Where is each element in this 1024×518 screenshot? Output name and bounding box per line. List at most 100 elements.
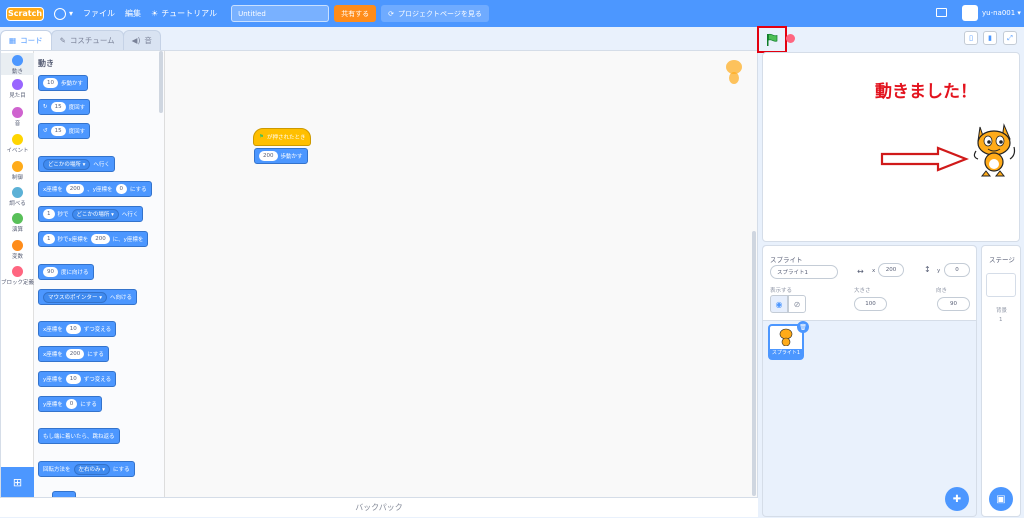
category-variables[interactable]: 変数: [1, 240, 34, 260]
stop-button[interactable]: [786, 34, 795, 43]
category-sensing[interactable]: 調べる: [1, 187, 34, 207]
change-y-block[interactable]: y座標を 10 ずつ変える: [38, 371, 117, 387]
glide-to-block[interactable]: 1 秒で どこかの場所 ▾ へ行く: [38, 206, 144, 222]
scratch-logo[interactable]: Scratch: [6, 6, 44, 21]
control-dot-icon: [12, 161, 23, 172]
x-input[interactable]: 200: [91, 234, 110, 244]
change-x-block[interactable]: x座標を 10 ずつ変える: [38, 321, 117, 337]
hide-sprite-button[interactable]: ⊘: [788, 295, 806, 313]
show-sprite-button[interactable]: ◉: [770, 295, 788, 313]
tab-sounds[interactable]: ◀) 音: [122, 30, 161, 50]
stage-selector[interactable]: ステージ 背景 1 ▣: [981, 245, 1021, 517]
see-project-label: プロジェクトページを見る: [397, 9, 482, 18]
cat-sprite[interactable]: [970, 119, 1018, 177]
goto-xy-block[interactable]: x座標を 200 、y座標を 0 にする: [38, 181, 152, 197]
file-menu[interactable]: ファイル: [83, 8, 115, 19]
project-title-input[interactable]: [231, 5, 330, 22]
steps-input[interactable]: 10: [43, 78, 58, 88]
dropdown-value: 左右のみ: [78, 466, 101, 473]
fullscreen-button[interactable]: ⤢: [1003, 31, 1017, 45]
dropdown-value: どこかの場所: [48, 161, 81, 168]
stage[interactable]: 動きました！: [762, 52, 1020, 242]
direction-input[interactable]: 90: [937, 297, 970, 311]
block-text: へ行く: [121, 212, 139, 218]
my-stuff-folder-icon[interactable]: [936, 8, 947, 17]
degrees-input[interactable]: 15: [50, 126, 66, 136]
move-steps-block-script[interactable]: 200 歩動かす: [254, 148, 308, 164]
steps-input[interactable]: 200: [259, 151, 278, 161]
sprite-thumbnail[interactable]: スプライト1 🗑: [768, 321, 809, 360]
choose-sprite-button[interactable]: ✚: [945, 487, 969, 511]
set-x-block[interactable]: x座標を 200 にする: [38, 346, 109, 362]
y-input[interactable]: 10: [65, 374, 81, 384]
y-input[interactable]: 0: [65, 399, 78, 409]
category-looks[interactable]: 見た目: [1, 79, 34, 99]
tutorials-menu[interactable]: ☀ チュートリアル: [151, 8, 217, 19]
share-button[interactable]: 共有する: [334, 5, 377, 22]
operators-dot-icon: [12, 213, 23, 224]
workspace-scrollbar[interactable]: [752, 231, 756, 496]
glide-dropdown[interactable]: どこかの場所 ▾: [71, 208, 119, 220]
towards-dropdown[interactable]: マウスのポインター ▾: [43, 291, 108, 303]
tab-code[interactable]: ▦ コード: [0, 30, 52, 50]
x-input[interactable]: 200: [65, 349, 85, 359]
add-extension-button[interactable]: ⊞: [1, 467, 34, 497]
palette-scrollbar[interactable]: [159, 51, 163, 113]
sprite-info: スプライト スプライト1 ↔ x 200 ↕ y 0 表示する ◉ ⊘ 大きさ …: [763, 246, 976, 321]
glide-xy-block[interactable]: 1 秒でx座標を 200 に、y座標を: [38, 231, 149, 247]
see-project-page-button[interactable]: ⟳ プロジェクトページを見る: [381, 5, 489, 22]
x-input[interactable]: 200: [65, 184, 85, 194]
category-label: 音: [14, 121, 21, 127]
point-direction-block[interactable]: 90 度に向ける: [38, 264, 94, 280]
language-menu[interactable]: ▾: [54, 7, 73, 20]
category-sound[interactable]: 音: [1, 107, 34, 127]
green-flag-button[interactable]: [757, 26, 787, 53]
script-workspace[interactable]: ⚑が押されたとき 200歩動かす ⊕ ⊖ =: [165, 51, 909, 497]
backpack-bar[interactable]: バックパック: [0, 497, 758, 517]
degrees-input[interactable]: 15: [50, 102, 66, 112]
eye-icon: ◉: [775, 299, 783, 309]
events-dot-icon: [12, 134, 23, 145]
goto-block[interactable]: どこかの場所 ▾ へ行く: [38, 156, 115, 172]
backdrop-thumbnail[interactable]: [986, 273, 1016, 297]
when-flag-clicked-block[interactable]: ⚑ が押されたとき: [253, 128, 312, 146]
small-stage-button[interactable]: ▯: [964, 31, 978, 45]
goto-dropdown[interactable]: どこかの場所 ▾: [43, 158, 91, 170]
y-input[interactable]: 0: [944, 263, 970, 277]
avatar[interactable]: [962, 5, 978, 21]
x-input[interactable]: 10: [65, 324, 81, 334]
large-stage-button[interactable]: ▮: [983, 31, 997, 45]
rotation-style-block[interactable]: 回転方法を 左右のみ ▾ にする: [38, 461, 135, 477]
sprite-name-input[interactable]: スプライト1: [770, 265, 838, 279]
point-towards-block[interactable]: マウスのポインター ▾ へ向ける: [38, 289, 138, 305]
turn-left-block[interactable]: ↺ 15 度回す: [38, 123, 91, 139]
code-icon: ▦: [9, 36, 17, 45]
category-operators[interactable]: 演算: [1, 213, 34, 233]
turn-right-block[interactable]: ↻ 15 度回す: [38, 99, 91, 115]
my-blocks-dot-icon: [12, 266, 23, 277]
set-y-block[interactable]: y座標を 0 にする: [38, 396, 102, 412]
secs-input[interactable]: 1: [43, 209, 55, 219]
x-input[interactable]: 200: [878, 263, 904, 277]
rotation-dropdown[interactable]: 左右のみ ▾: [73, 463, 111, 475]
globe-icon: [54, 7, 66, 20]
block-text: にする: [80, 402, 97, 408]
category-my-blocks[interactable]: ブロック定義: [1, 266, 34, 286]
size-input[interactable]: 100: [854, 297, 887, 311]
y-input[interactable]: 0: [115, 184, 128, 194]
category-events[interactable]: イベント: [1, 134, 34, 154]
block-text: x座標を: [43, 352, 63, 358]
block-text: 秒でx座標を: [57, 237, 89, 243]
choose-backdrop-button[interactable]: ▣: [989, 487, 1013, 511]
category-motion[interactable]: 動き: [1, 53, 34, 75]
tab-costumes[interactable]: ✎ コスチューム: [50, 30, 124, 50]
delete-sprite-button[interactable]: 🗑: [797, 321, 809, 333]
direction-input[interactable]: 90: [43, 267, 58, 277]
block-text: 度回す: [68, 105, 86, 111]
move-steps-block[interactable]: 10 歩動かす: [38, 75, 89, 91]
bounce-block[interactable]: もし端に着いたら、跳ね返る: [38, 428, 120, 444]
category-control[interactable]: 制御: [1, 161, 34, 181]
account-menu[interactable]: yu-na001 ▾: [982, 9, 1021, 17]
secs-input[interactable]: 1: [43, 234, 55, 244]
edit-menu[interactable]: 編集: [125, 8, 141, 19]
